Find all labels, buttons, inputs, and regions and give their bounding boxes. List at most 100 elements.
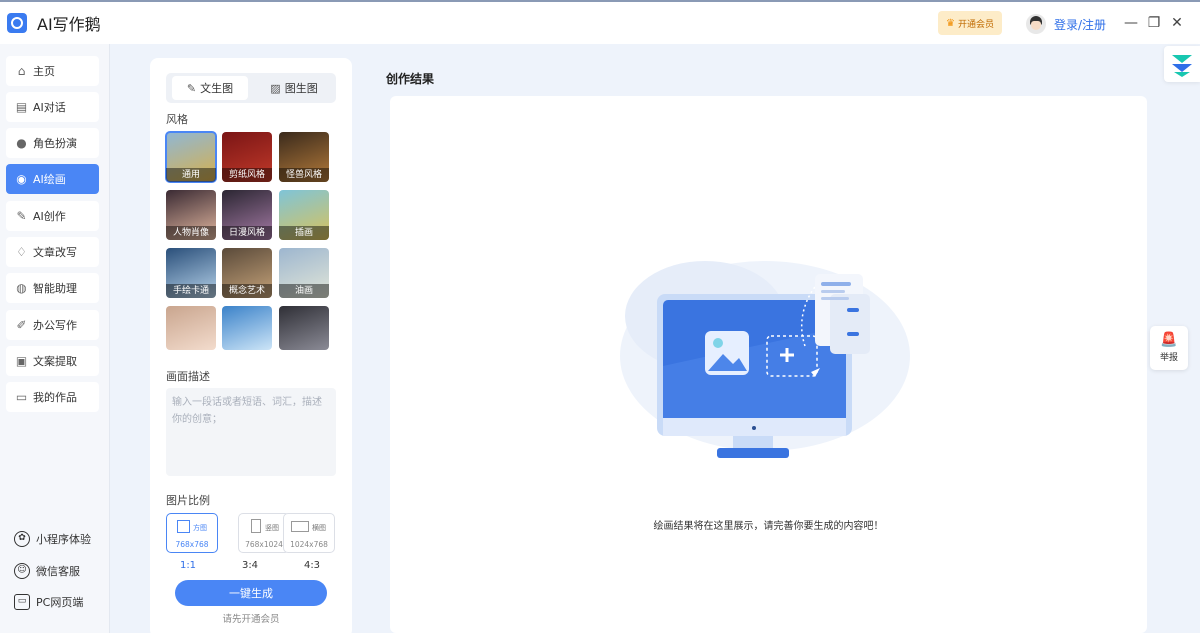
style-card[interactable] bbox=[222, 306, 272, 350]
style-card[interactable]: 油画 bbox=[279, 248, 329, 298]
sidebar-item-label: 主页 bbox=[33, 65, 55, 78]
sidebar-item-label: 智能助理 bbox=[33, 282, 77, 295]
description-section-label: 画面描述 bbox=[166, 370, 210, 383]
style-card[interactable] bbox=[166, 306, 216, 350]
ratio-size: 1024x768 bbox=[290, 540, 328, 549]
style-card-label: 插画 bbox=[279, 226, 329, 240]
ratio-name: 方图 bbox=[193, 524, 207, 532]
sidebar-item-4[interactable]: ✎ AI创作 bbox=[6, 201, 99, 231]
tab-image-to-image[interactable]: ▨ 图生图 bbox=[256, 76, 332, 100]
landscape-shape-icon bbox=[291, 521, 309, 532]
sidebar-item-label: 文章改写 bbox=[33, 246, 77, 259]
login-register-link[interactable]: 登录/注册 bbox=[1054, 16, 1106, 33]
close-icon[interactable]: ✕ bbox=[1167, 13, 1187, 33]
chat-icon: ▤ bbox=[15, 99, 28, 114]
style-card-label: 手绘卡通 bbox=[166, 284, 216, 298]
ratio-label-1-1: 1:1 bbox=[179, 560, 197, 571]
tab-label: 图生图 bbox=[284, 82, 318, 95]
sidebar-bottom-item-1[interactable]: ☺ 微信客服 bbox=[14, 563, 80, 579]
sidebar-item-label: 办公写作 bbox=[33, 319, 77, 332]
empty-state-illustration bbox=[620, 261, 910, 458]
sidebar-item-8[interactable]: ▣ 文案提取 bbox=[6, 346, 99, 376]
ratio-name: 竖图 bbox=[265, 524, 279, 532]
sidebar-item-7[interactable]: ✐ 办公写作 bbox=[6, 310, 99, 340]
sidebar-item-5[interactable]: ♢ 文章改写 bbox=[6, 237, 99, 267]
style-card[interactable] bbox=[279, 306, 329, 350]
ratio-option-square[interactable]: 方图 768x768 bbox=[166, 513, 218, 553]
ratio-size: 768x1024 bbox=[245, 540, 283, 549]
style-card[interactable]: 日漫风格 bbox=[222, 190, 272, 240]
sidebar-item-label: 角色扮演 bbox=[33, 137, 77, 150]
ratio-label-4-3: 4:3 bbox=[303, 560, 321, 571]
style-card[interactable]: 怪兽风格 bbox=[279, 132, 329, 182]
vip-button[interactable]: ♛ 开通会员 bbox=[938, 11, 1002, 35]
sidebar-bottom-item-0[interactable]: ✿ 小程序体验 bbox=[14, 531, 91, 547]
sidebar-item-label: AI对话 bbox=[33, 101, 66, 114]
mode-tabs: ✎ 文生图 ▨ 图生图 bbox=[166, 73, 336, 103]
style-card[interactable]: 概念艺术 bbox=[222, 248, 272, 298]
sidebar-bottom-item-2[interactable]: ▭ PC网页端 bbox=[14, 594, 83, 610]
vip-label: 开通会员 bbox=[957, 19, 994, 30]
style-card[interactable]: 插画 bbox=[279, 190, 329, 240]
extract-icon: ▣ bbox=[15, 353, 28, 368]
home-icon: ⌂ bbox=[17, 63, 26, 78]
sidebar-item-9[interactable]: ▭ 我的作品 bbox=[6, 382, 99, 412]
ratio-size: 768x768 bbox=[175, 540, 209, 549]
report-button[interactable]: 🚨 举报 bbox=[1150, 326, 1188, 370]
pc-web-icon: ▭ bbox=[14, 594, 30, 610]
style-card[interactable]: 人物肖像 bbox=[166, 190, 216, 240]
ratio-name: 横图 bbox=[312, 524, 326, 532]
restore-icon[interactable]: ❐ bbox=[1144, 13, 1164, 33]
sidebar: ⌂ 主页 ▤ AI对话 ● 角色扮演 ◉ AI绘画 ✎ AI创作 ♢ 文章改写 ◍ 智能助理 ✐ 办公写作 ▣ 文… bbox=[0, 44, 110, 633]
result-title: 创作结果 bbox=[386, 72, 435, 86]
image-to-image-icon: ▨ bbox=[270, 81, 281, 95]
portrait-shape-icon bbox=[251, 519, 261, 533]
sidebar-item-1[interactable]: ▤ AI对话 bbox=[6, 92, 99, 122]
sidebar-item-0[interactable]: ⌂ 主页 bbox=[6, 56, 99, 86]
result-card: 绘画结果将在这里展示，请完善你要生成的内容吧！ bbox=[390, 96, 1147, 633]
style-card-label: 人物肖像 bbox=[166, 226, 216, 240]
alarm-icon: 🚨 bbox=[1160, 332, 1178, 348]
style-card[interactable]: 剪纸风格 bbox=[222, 132, 272, 182]
description-input[interactable]: 输入一段话或者短语、词汇，描述你的创意； bbox=[166, 388, 336, 476]
sidebar-item-3[interactable]: ◉ AI绘画 bbox=[6, 164, 99, 194]
avatar[interactable] bbox=[1026, 14, 1046, 34]
empty-state-message: 绘画结果将在这里展示，请完善你要生成的内容吧！ bbox=[653, 521, 884, 532]
sidebar-bottom-label: 小程序体验 bbox=[36, 533, 91, 546]
style-card-label: 油画 bbox=[279, 284, 329, 298]
generate-hint: 请先开通会员 bbox=[222, 614, 280, 625]
text-to-image-icon: ✎ bbox=[186, 81, 197, 95]
wechat-service-icon: ☺ bbox=[14, 563, 30, 579]
style-card-label: 剪纸风格 bbox=[222, 168, 272, 182]
edit-icon: ✐ bbox=[16, 317, 27, 332]
sidebar-item-label: AI创作 bbox=[33, 210, 66, 223]
floating-app-icon[interactable] bbox=[1164, 46, 1200, 82]
tab-text-to-image[interactable]: ✎ 文生图 bbox=[172, 76, 248, 100]
assistant-icon: ◍ bbox=[16, 280, 27, 295]
write-icon: ✎ bbox=[16, 208, 27, 223]
app-title: AI写作鹅 bbox=[37, 15, 101, 34]
ratio-section-label: 图片比例 bbox=[166, 494, 210, 507]
style-card[interactable]: 手绘卡通 bbox=[166, 248, 216, 298]
miniprogram-icon: ✿ bbox=[14, 531, 30, 547]
sidebar-item-2[interactable]: ● 角色扮演 bbox=[6, 128, 99, 158]
palette-icon: ◉ bbox=[16, 171, 27, 186]
sidebar-bottom-label: 微信客服 bbox=[36, 565, 80, 578]
tab-label: 文生图 bbox=[200, 82, 234, 95]
ratio-option-landscape[interactable]: 横图 1024x768 bbox=[283, 513, 335, 553]
sidebar-item-label: 我的作品 bbox=[33, 391, 77, 404]
sidebar-item-label: 文案提取 bbox=[33, 355, 77, 368]
style-card[interactable]: 通用 bbox=[165, 131, 217, 183]
brand-logo-icon bbox=[1172, 55, 1192, 77]
bulb-icon: ♢ bbox=[16, 244, 27, 259]
sidebar-item-6[interactable]: ◍ 智能助理 bbox=[6, 273, 99, 303]
report-label: 举报 bbox=[1159, 353, 1178, 363]
folder-icon: ▭ bbox=[15, 389, 28, 404]
role-icon: ● bbox=[16, 135, 27, 150]
generation-panel: ✎ 文生图 ▨ 图生图 风格 通用 剪纸风格 怪兽风格 人物肖像 日漫风格 插画 手绘卡通概… bbox=[150, 58, 352, 633]
style-card-label: 日漫风格 bbox=[222, 226, 272, 240]
style-card-label: 通用 bbox=[166, 168, 216, 182]
crown-icon: ♛ bbox=[946, 17, 955, 29]
generate-button[interactable]: 一键生成 bbox=[175, 580, 327, 606]
minimize-icon[interactable]: — bbox=[1121, 13, 1141, 33]
